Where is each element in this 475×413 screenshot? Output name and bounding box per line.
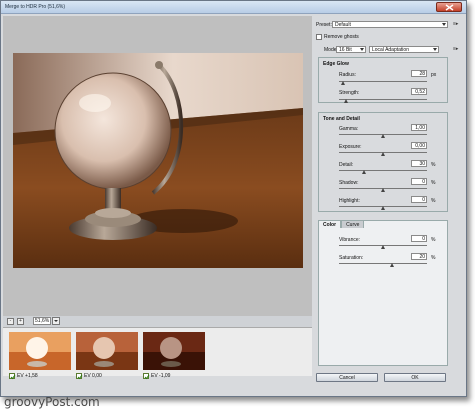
exposure-field[interactable]: 0,00 — [411, 142, 427, 149]
source-thumbnail[interactable]: EV -1,09 — [143, 332, 205, 380]
shadow-unit: % — [431, 180, 436, 186]
preset-value: Default — [335, 22, 351, 28]
saturation-slider-track[interactable] — [339, 263, 427, 264]
saturation-field[interactable]: 20 — [411, 253, 427, 260]
highlight-slider-knob[interactable] — [381, 206, 385, 210]
radius-slider-track[interactable] — [339, 81, 427, 82]
shadow-label: Shadow: — [339, 180, 359, 186]
saturation-label: Saturation: — [339, 255, 364, 261]
ok-button[interactable]: OK — [384, 373, 446, 382]
gamma-label: Gamma: — [339, 126, 359, 132]
shadow-field[interactable]: 0 — [411, 178, 427, 185]
thumbnail-caption: EV 0,00 — [76, 372, 102, 379]
preset-label: Preset: — [316, 22, 332, 28]
radius-label: Radius: — [339, 72, 356, 78]
zoom-in-button[interactable]: + — [17, 318, 24, 325]
highlight-label: Highlight: — [339, 198, 360, 204]
title-bar[interactable]: Merge to HDR Pro (51,6%) — [1, 1, 466, 14]
radius-unit: px — [431, 72, 437, 78]
zoom-dropdown-button[interactable] — [52, 317, 60, 325]
include-checkbox[interactable] — [143, 372, 150, 379]
highlight-unit: % — [431, 198, 436, 204]
remove-ghosts-checkbox[interactable] — [316, 34, 322, 40]
highlight-field[interactable]: 0 — [411, 196, 427, 203]
gamma-field[interactable]: 1,00 — [411, 124, 427, 131]
window-title: Merge to HDR Pro (51,6%) — [5, 4, 66, 10]
thumbnail-caption: EV +1,58 — [9, 372, 38, 379]
bit-depth-value: 16 Bit — [339, 47, 352, 53]
detail-field[interactable]: 30 — [411, 160, 427, 167]
tone-detail-title: Tone and Detail — [323, 116, 360, 122]
gamma-slider-knob[interactable] — [381, 134, 385, 138]
mode-menu-icon[interactable]: ≡▸ — [453, 46, 458, 52]
edge-glow-group: Edge Glow Radius: 28 px Strength: 0,52 — [318, 57, 448, 103]
zoom-level-field[interactable]: 51,6% — [33, 317, 51, 325]
preset-dropdown[interactable]: Default — [332, 21, 448, 28]
source-thumbnail[interactable]: EV +1,58 — [9, 332, 71, 380]
detail-label: Detail: — [339, 162, 354, 168]
bit-depth-dropdown[interactable]: 16 Bit — [336, 46, 366, 53]
source-thumbnails: EV +1,58 EV 0,00 EV -1,09 — [3, 327, 312, 379]
cancel-button[interactable]: Cancel — [316, 373, 378, 382]
detail-slider-knob[interactable] — [361, 170, 366, 174]
chevron-down-icon — [54, 320, 58, 322]
remove-ghosts-row[interactable]: Remove ghosts — [316, 34, 359, 40]
ev-label: EV +1,58 — [17, 372, 38, 379]
tone-detail-group: Tone and Detail Gamma: 1,00 Exposure: 0,… — [318, 112, 448, 212]
tab-color[interactable]: Color — [318, 220, 342, 228]
ev-label: EV 0,00 — [84, 372, 102, 379]
preview-pane — [3, 16, 312, 316]
preset-menu-icon[interactable]: ≡▸ — [453, 21, 458, 27]
thumbnail-caption: EV -1,09 — [143, 372, 170, 379]
radius-field[interactable]: 28 — [411, 70, 427, 77]
vibrance-unit: % — [431, 237, 436, 243]
hdr-preview-image — [13, 53, 303, 268]
radius-slider-knob[interactable] — [341, 81, 346, 85]
color-curve-group: Color Curve Vibrance: 0 % Saturation: 20… — [318, 220, 448, 366]
edge-glow-title: Edge Glow — [323, 61, 349, 67]
zoom-bar: - + 51,6% — [3, 316, 312, 327]
close-icon — [445, 4, 454, 11]
checkmark-icon — [77, 374, 83, 379]
detail-unit: % — [431, 162, 436, 168]
hdr-dialog-window: Merge to HDR Pro (51,6%) - + 51,6% EV +1… — [0, 0, 467, 397]
watermark: groovyPost.com — [4, 395, 100, 409]
saturation-slider-knob[interactable] — [389, 263, 394, 267]
saturation-unit: % — [431, 255, 436, 261]
thumbnail-image-dark — [143, 332, 205, 370]
detail-slider-track[interactable] — [339, 170, 427, 171]
include-checkbox[interactable] — [76, 372, 83, 379]
vibrance-label: Vibrance: — [339, 237, 361, 243]
strength-field[interactable]: 0,52 — [411, 88, 427, 95]
strength-slider-track[interactable] — [339, 99, 427, 100]
ev-label: EV -1,09 — [151, 372, 171, 379]
include-checkbox[interactable] — [9, 372, 16, 379]
thumbnail-image-bright — [9, 332, 71, 370]
checkmark-icon — [10, 374, 16, 379]
vibrance-field[interactable]: 0 — [411, 235, 427, 242]
exposure-slider-knob[interactable] — [381, 152, 385, 156]
chevron-down-icon — [360, 48, 364, 51]
tab-strip: Color Curve — [318, 220, 365, 228]
checkmark-icon — [144, 374, 150, 379]
remove-ghosts-label: Remove ghosts — [324, 34, 359, 40]
strength-label: Strength: — [339, 90, 360, 96]
method-dropdown[interactable]: Local Adaptation — [369, 46, 439, 53]
tab-curve[interactable]: Curve — [341, 220, 365, 228]
method-value: Local Adaptation — [372, 47, 409, 53]
vibrance-slider-knob[interactable] — [381, 245, 385, 249]
zoom-out-button[interactable]: - — [7, 318, 14, 325]
source-thumbnail[interactable]: EV 0,00 — [76, 332, 138, 380]
settings-panel: Preset: Default ≡▸ Remove ghosts Mode: 1… — [314, 16, 466, 382]
exposure-label: Exposure: — [339, 144, 362, 150]
strength-slider-knob[interactable] — [344, 99, 349, 103]
chevron-down-icon — [442, 23, 446, 26]
chevron-down-icon — [433, 48, 437, 51]
close-button[interactable] — [436, 2, 462, 12]
thumbnail-image-normal — [76, 332, 138, 370]
shadow-slider-knob[interactable] — [381, 188, 385, 192]
